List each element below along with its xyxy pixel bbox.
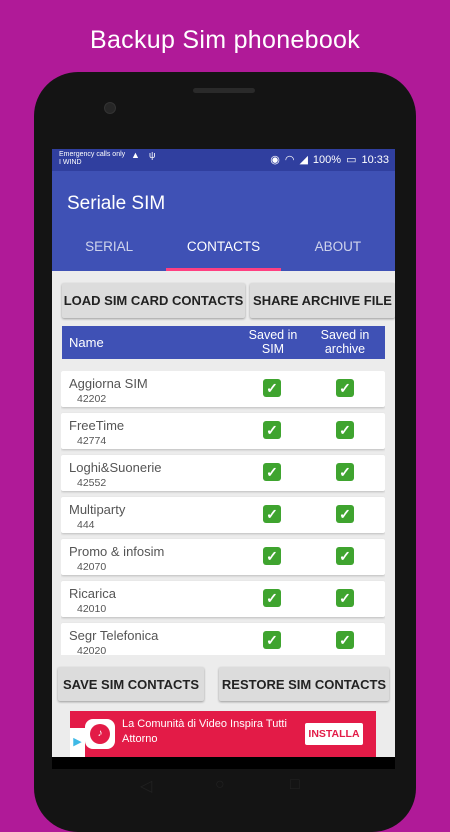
tab-serial[interactable]: SERIAL xyxy=(52,229,166,271)
saved-in-archive-check-icon: ✓ xyxy=(336,379,354,397)
saved-in-sim-check-icon: ✓ xyxy=(263,631,281,649)
tab-about[interactable]: ABOUT xyxy=(281,229,395,271)
contact-number: 42070 xyxy=(77,561,107,573)
column-header-name: Name xyxy=(69,335,104,350)
contact-name: FreeTime xyxy=(69,418,125,433)
restore-sim-contacts-button[interactable]: RESTORE SIM CONTACTS xyxy=(219,667,389,701)
saved-in-archive-check-icon: ✓ xyxy=(336,505,354,523)
ad-banner[interactable]: ▶ ♪ La Comunità di Video Inspira Tutti A… xyxy=(70,711,376,757)
carrier-name: I WIND xyxy=(59,159,82,166)
contact-name: Aggiorna SIM xyxy=(69,376,148,391)
home-icon[interactable]: ○ xyxy=(215,776,225,794)
saved-in-archive-check-icon: ✓ xyxy=(336,589,354,607)
contact-name: Ricarica xyxy=(69,586,116,601)
list-item[interactable]: Aggiorna SIM 42202 ✓ ✓ xyxy=(61,371,385,407)
saved-in-sim-check-icon: ✓ xyxy=(263,421,281,439)
contact-name: Loghi&Suonerie xyxy=(69,460,162,475)
list-item[interactable]: Ricarica 42010 ✓ ✓ xyxy=(61,581,385,617)
contact-number: 42010 xyxy=(77,603,107,615)
saved-in-archive-check-icon: ✓ xyxy=(336,421,354,439)
warning-icon: ▲ xyxy=(131,150,140,160)
list-item[interactable]: FreeTime 42774 ✓ ✓ xyxy=(61,413,385,449)
saved-in-sim-check-icon: ✓ xyxy=(263,379,281,397)
list-item[interactable]: Multiparty 444 ✓ ✓ xyxy=(61,497,385,533)
ad-install-button[interactable]: INSTALLA xyxy=(305,723,363,745)
app-screen: Emergency calls only I WIND ▲ ψ ◉ ◠ ◢ 10… xyxy=(52,149,395,769)
nav-bar-strip xyxy=(52,757,395,769)
saved-in-sim-check-icon: ✓ xyxy=(263,505,281,523)
back-icon[interactable]: ◁ xyxy=(140,776,152,796)
navigation-bar: ◁ ○ □ xyxy=(52,770,395,800)
status-bar: Emergency calls only I WIND ▲ ψ ◉ ◠ ◢ 10… xyxy=(52,149,395,171)
app-bar: Seriale SIM SERIAL CONTACTS ABOUT xyxy=(52,171,395,271)
saved-in-sim-check-icon: ✓ xyxy=(263,589,281,607)
share-archive-button[interactable]: SHARE ARCHIVE FILE xyxy=(250,283,395,318)
eye-icon: ◉ xyxy=(270,154,280,166)
battery-percent: 100% xyxy=(312,153,342,166)
promo-title: Backup Sim phonebook xyxy=(89,26,361,54)
carrier-status: Emergency calls only xyxy=(59,151,126,158)
contact-name: Segr Telefonica xyxy=(69,628,159,643)
battery-icon: ▭ xyxy=(346,154,357,166)
saved-in-sim-check-icon: ✓ xyxy=(263,547,281,565)
contact-name: Multiparty xyxy=(69,502,126,517)
signal-icon: ◢ xyxy=(299,154,308,166)
contact-number: 42774 xyxy=(77,435,107,447)
saved-in-archive-check-icon: ✓ xyxy=(336,631,354,649)
list-item[interactable]: Loghi&Suonerie 42552 ✓ ✓ xyxy=(61,455,385,491)
contact-number: 42020 xyxy=(77,645,107,655)
saved-in-archive-check-icon: ✓ xyxy=(336,547,354,565)
ad-app-logo: ♪ xyxy=(85,719,115,749)
list-item[interactable]: Segr Telefonica 42020 ✓ ✓ xyxy=(61,623,385,655)
list-item[interactable]: Promo & infosim 42070 ✓ ✓ xyxy=(61,539,385,575)
contact-number: 444 xyxy=(77,519,95,531)
saved-in-archive-check-icon: ✓ xyxy=(336,463,354,481)
earpiece xyxy=(193,88,255,93)
wifi-icon: ◠ xyxy=(284,154,295,166)
front-camera xyxy=(104,102,116,114)
load-sim-contacts-button[interactable]: LOAD SIM CARD CONTACTS xyxy=(62,283,245,318)
app-title: Seriale SIM xyxy=(67,193,166,214)
ad-choices-icon[interactable]: ▶ xyxy=(70,728,85,757)
usb-icon: ψ xyxy=(149,150,156,160)
ad-text: La Comunità di Video Inspira Tutti Attor… xyxy=(122,718,287,745)
table-header: Name Saved in SIM Saved in archive xyxy=(62,326,385,359)
contact-number: 42552 xyxy=(77,477,107,489)
contacts-list[interactable]: Aggiorna SIM 42202 ✓ ✓ FreeTime 42774 ✓ … xyxy=(61,371,385,655)
column-header-saved-in-sim: Saved in SIM xyxy=(248,328,298,356)
column-header-saved-in-archive: Saved in archive xyxy=(320,328,370,356)
saved-in-sim-check-icon: ✓ xyxy=(263,463,281,481)
tab-contacts[interactable]: CONTACTS xyxy=(166,229,281,271)
save-sim-contacts-button[interactable]: SAVE SIM CONTACTS xyxy=(58,667,204,701)
contact-number: 42202 xyxy=(77,393,107,405)
tab-bar: SERIAL CONTACTS ABOUT xyxy=(52,229,395,271)
contact-name: Promo & infosim xyxy=(69,544,165,559)
clock: 10:33 xyxy=(361,153,389,166)
recents-icon[interactable]: □ xyxy=(290,776,300,794)
